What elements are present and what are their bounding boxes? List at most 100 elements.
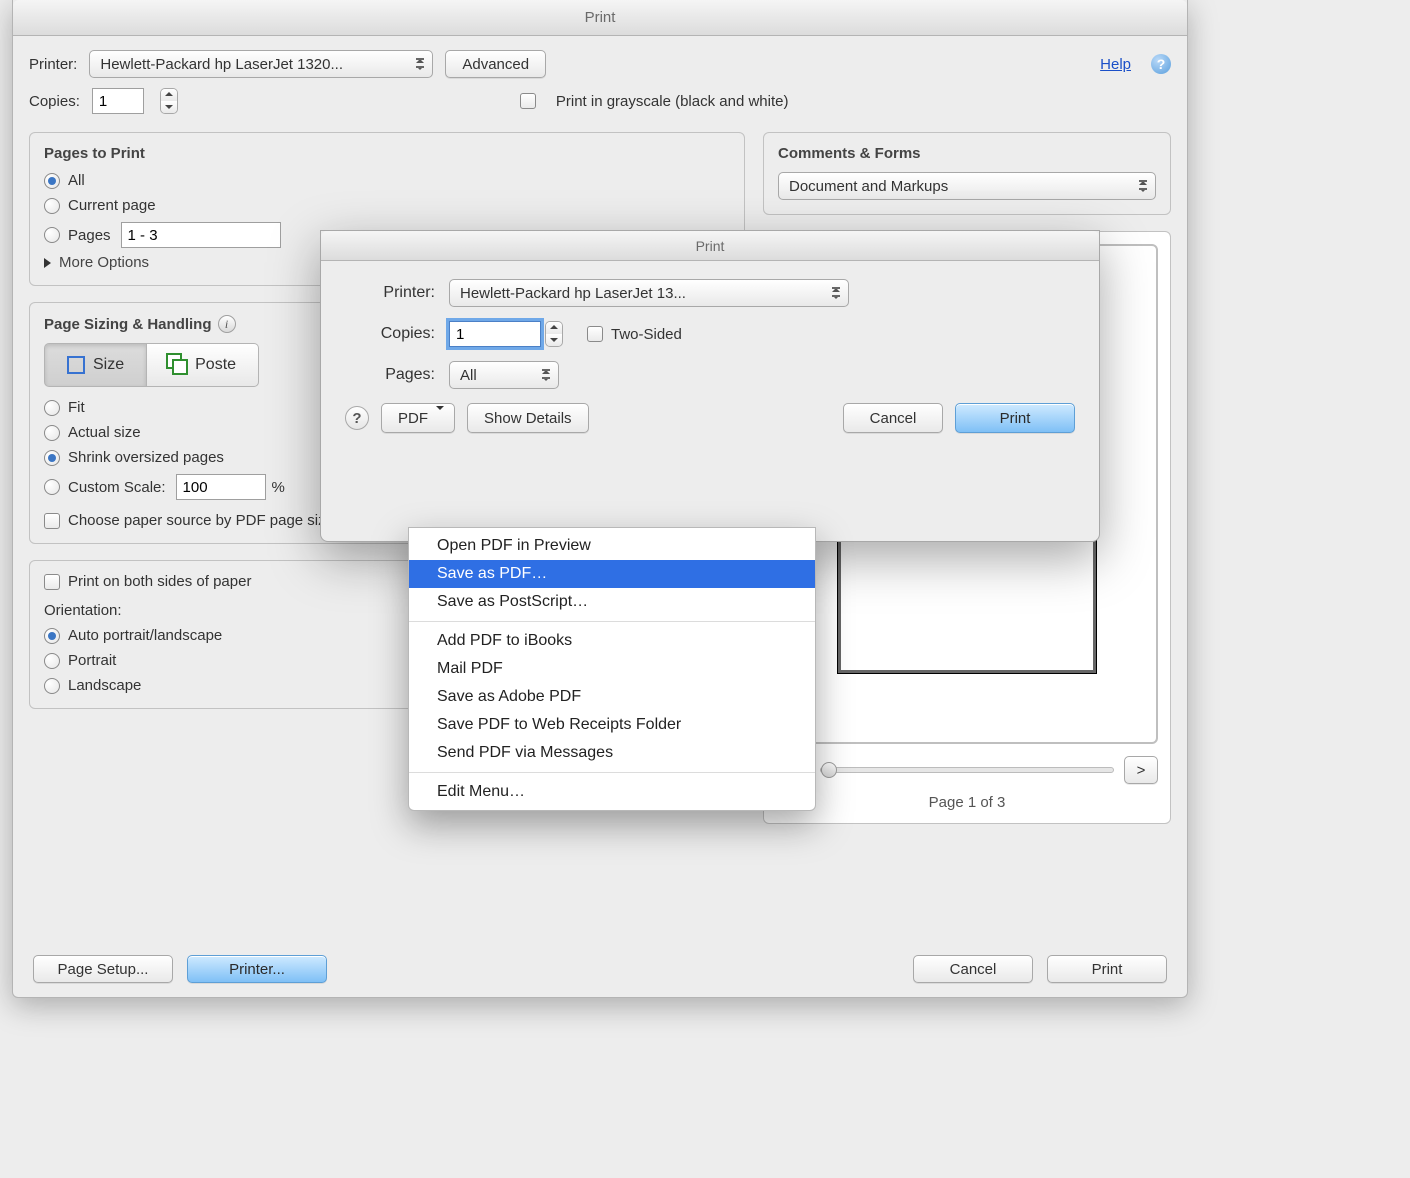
sheet-help-button[interactable]: ? — [345, 406, 369, 430]
sheet-copies-stepper[interactable] — [545, 321, 563, 347]
shrink-label: Shrink oversized pages — [68, 449, 224, 466]
help-link[interactable]: Help — [1100, 56, 1131, 73]
copies-input[interactable] — [92, 88, 144, 114]
fit-radio[interactable] — [44, 400, 60, 416]
pages-range-radio[interactable] — [44, 227, 60, 243]
pages-current-label: Current page — [68, 197, 156, 214]
both-sides-checkbox[interactable] — [44, 574, 60, 590]
preview-caption: Page 1 of 3 — [776, 794, 1158, 811]
page-setup-button[interactable]: Page Setup... — [33, 955, 173, 983]
orientation-portrait-radio[interactable] — [44, 653, 60, 669]
comments-forms-group: Comments & Forms Document and Markups — [763, 132, 1171, 215]
stepper-up-icon[interactable] — [546, 322, 562, 334]
orientation-landscape-radio[interactable] — [44, 678, 60, 694]
fit-label: Fit — [68, 399, 85, 416]
stepper-down-icon[interactable] — [546, 334, 562, 346]
chevron-down-icon — [436, 410, 444, 427]
pages-all-label: All — [68, 172, 85, 189]
slider-thumb-icon[interactable] — [821, 762, 837, 778]
outer-print-button[interactable]: Print — [1047, 955, 1167, 983]
select-arrows-icon — [1137, 176, 1149, 196]
sizing-title: Page Sizing & Handling — [44, 316, 212, 333]
sheet-title: Print — [321, 231, 1099, 261]
pages-all-radio[interactable] — [44, 173, 60, 189]
shrink-radio[interactable] — [44, 450, 60, 466]
two-sided-label: Two-Sided — [611, 326, 682, 343]
preview-zoom-slider[interactable] — [820, 767, 1114, 773]
grayscale-label: Print in grayscale (black and white) — [556, 93, 789, 110]
pdf-dropdown-label: PDF — [398, 410, 428, 427]
menu-item[interactable]: Save as Adobe PDF — [409, 683, 815, 711]
pages-to-print-title: Pages to Print — [44, 145, 730, 162]
custom-scale-input[interactable] — [176, 474, 266, 500]
advanced-button[interactable]: Advanced — [445, 50, 546, 78]
pages-current-radio[interactable] — [44, 198, 60, 214]
orientation-portrait-label: Portrait — [68, 652, 116, 669]
size-tab[interactable]: Size — [44, 343, 147, 387]
poster-icon — [169, 356, 187, 374]
comments-forms-select[interactable]: Document and Markups — [778, 172, 1156, 200]
menu-item[interactable]: Mail PDF — [409, 655, 815, 683]
orientation-auto-radio[interactable] — [44, 628, 60, 644]
menu-separator — [409, 621, 815, 622]
copies-label: Copies: — [29, 93, 80, 110]
two-sided-checkbox[interactable] — [587, 326, 603, 342]
copies-stepper[interactable] — [160, 88, 178, 114]
preview-next-button[interactable]: > — [1124, 756, 1158, 784]
pages-range-label: Pages — [68, 227, 111, 244]
menu-item[interactable]: Add PDF to iBooks — [409, 627, 815, 655]
poster-tab[interactable]: Poste — [147, 343, 259, 387]
menu-item[interactable]: Save PDF to Web Receipts Folder — [409, 711, 815, 739]
orientation-landscape-label: Landscape — [68, 677, 141, 694]
system-print-sheet: Print Printer: Hewlett-Packard hp LaserJ… — [320, 230, 1100, 542]
custom-label: Custom Scale: — [68, 479, 166, 496]
comments-forms-value: Document and Markups — [789, 178, 948, 195]
percent-label: % — [272, 479, 285, 496]
menu-item[interactable]: Edit Menu… — [409, 778, 815, 806]
menu-item[interactable]: Open PDF in Preview — [409, 532, 815, 560]
printer-select[interactable]: Hewlett-Packard hp LaserJet 1320... — [89, 50, 433, 78]
menu-item[interactable]: Save as PDF… — [409, 560, 815, 588]
pdf-dropdown-button[interactable]: PDF — [381, 403, 455, 433]
sheet-print-button[interactable]: Print — [955, 403, 1075, 433]
menu-item[interactable]: Save as PostScript… — [409, 588, 815, 616]
size-icon — [67, 356, 85, 374]
sheet-copies-label: Copies: — [345, 325, 435, 343]
menu-item[interactable]: Send PDF via Messages — [409, 739, 815, 767]
paper-source-checkbox[interactable] — [44, 513, 60, 529]
disclosure-triangle-icon — [44, 258, 51, 268]
select-arrows-icon — [540, 365, 552, 385]
window-title: Print — [13, 0, 1187, 36]
outer-cancel-button[interactable]: Cancel — [913, 955, 1033, 983]
pdf-menu[interactable]: Open PDF in PreviewSave as PDF…Save as P… — [408, 527, 816, 811]
stepper-down-icon[interactable] — [161, 101, 177, 113]
menu-separator — [409, 772, 815, 773]
sheet-pages-label: Pages: — [345, 366, 435, 384]
stepper-up-icon[interactable] — [161, 89, 177, 101]
sheet-pages-select[interactable]: All — [449, 361, 559, 389]
custom-radio[interactable] — [44, 479, 60, 495]
printer-button[interactable]: Printer... — [187, 955, 327, 983]
sheet-pages-value: All — [460, 367, 477, 384]
info-icon[interactable]: i — [218, 315, 236, 333]
show-details-button[interactable]: Show Details — [467, 403, 589, 433]
comments-forms-title: Comments & Forms — [778, 145, 1156, 162]
sheet-printer-label: Printer: — [345, 284, 435, 302]
help-icon[interactable]: ? — [1151, 54, 1171, 74]
sheet-copies-input[interactable] — [449, 321, 541, 347]
size-tab-label: Size — [93, 356, 124, 374]
more-options-label: More Options — [59, 254, 149, 271]
poster-tab-label: Poste — [195, 356, 236, 374]
printer-label: Printer: — [29, 56, 77, 73]
sheet-printer-value: Hewlett-Packard hp LaserJet 13... — [460, 285, 686, 302]
sheet-cancel-button[interactable]: Cancel — [843, 403, 943, 433]
sheet-printer-select[interactable]: Hewlett-Packard hp LaserJet 13... — [449, 279, 849, 307]
both-sides-label: Print on both sides of paper — [68, 573, 251, 590]
pages-range-input[interactable] — [121, 222, 281, 248]
paper-source-label: Choose paper source by PDF page siz — [68, 512, 326, 529]
printer-select-value: Hewlett-Packard hp LaserJet 1320... — [100, 56, 343, 73]
actual-label: Actual size — [68, 424, 141, 441]
select-arrows-icon — [830, 283, 842, 303]
actual-radio[interactable] — [44, 425, 60, 441]
grayscale-checkbox[interactable] — [520, 93, 536, 109]
